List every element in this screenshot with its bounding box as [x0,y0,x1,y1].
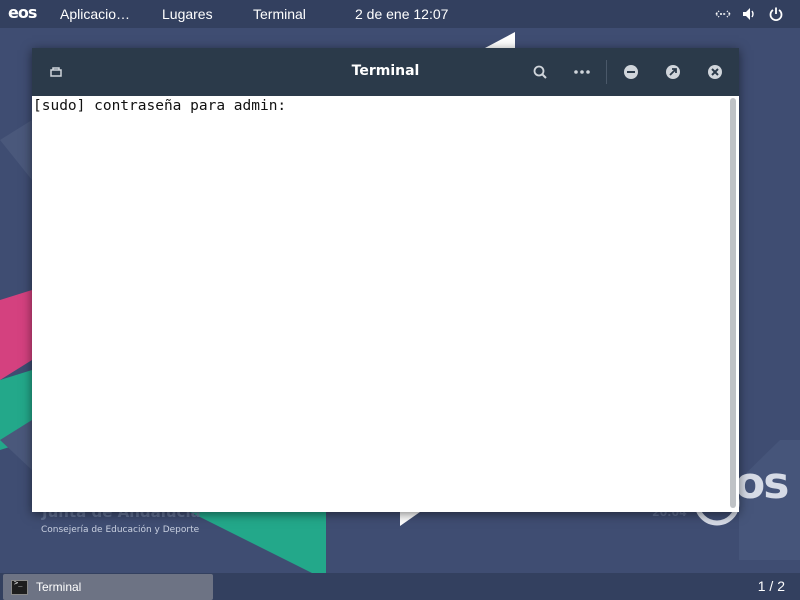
applications-menu[interactable]: Aplicacio… [60,6,130,22]
clock[interactable]: 2 de ene 12:07 [355,6,448,22]
search-icon[interactable] [530,62,550,82]
headerbar-separator [606,60,607,84]
menu-icon[interactable] [572,62,592,82]
terminal-window: Terminal [sudo] contraseña para admin: [32,48,739,512]
places-menu[interactable]: Lugares [162,6,213,22]
maximize-icon[interactable] [663,62,683,82]
wallpaper-logo: os [735,458,789,509]
taskbar-item-label: Terminal [36,580,82,594]
wallpaper-brand-subtitle: Consejería de Educación y Deporte [41,525,200,535]
headerbar[interactable]: Terminal [32,48,739,96]
close-icon[interactable] [705,62,725,82]
terminal-area[interactable]: [sudo] contraseña para admin: [32,96,739,512]
minimize-icon[interactable] [621,62,641,82]
power-icon[interactable] [768,6,784,22]
scrollbar[interactable] [730,98,736,508]
workspace-indicator[interactable]: 1 / 2 [758,578,785,594]
bottom-panel: >_ Terminal 1 / 2 [0,573,800,600]
top-panel: eos Aplicacio… Lugares Terminal 2 de ene… [0,0,800,28]
eos-logo[interactable]: eos [8,3,37,22]
terminal-output: [sudo] contraseña para admin: [33,98,295,114]
volume-icon[interactable] [741,6,757,22]
terminal-icon: >_ [11,579,28,595]
active-app-menu[interactable]: Terminal [253,6,306,22]
network-icon[interactable] [715,6,731,22]
taskbar-item-terminal[interactable]: >_ Terminal [3,574,213,600]
